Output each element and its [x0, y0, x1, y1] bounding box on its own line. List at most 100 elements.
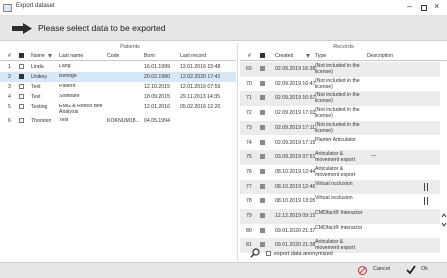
record-type-icon[interactable]: [260, 66, 265, 71]
record-created: 08.10.2019 12:44: [275, 168, 316, 175]
records-select-all-checkbox[interactable]: [260, 53, 265, 58]
patient-row[interactable]: 3 Test Patient 12.10.2015 12.01.2016 07:59: [0, 82, 236, 92]
patient-row[interactable]: 4 Test Software 18.09.2015 29.11.2013 14:35: [0, 92, 236, 102]
record-info-icon[interactable]: [424, 197, 428, 206]
record-row[interactable]: 75 03.09.2019 07:51 Articulator & movement…: [240, 150, 440, 165]
record-created: 02.09.2019 17:03: [275, 110, 316, 117]
checkbox-empty-icon[interactable]: [19, 104, 24, 109]
patient-checkbox[interactable]: [19, 84, 24, 91]
record-checkbox[interactable]: [260, 198, 265, 205]
record-checkbox[interactable]: [260, 213, 265, 220]
record-checkbox[interactable]: [260, 80, 265, 88]
record-type-icon[interactable]: [260, 198, 265, 204]
page-heading: Please select data to be exported: [38, 23, 166, 33]
anonymize-checkbox[interactable]: [266, 251, 271, 256]
col-rec-select-all[interactable]: [260, 53, 265, 60]
col-type[interactable]: Type: [315, 53, 326, 59]
record-row[interactable]: 80 09.01.2020 21:37 CMDfact® Interactor: [240, 224, 440, 239]
record-checkbox[interactable]: [260, 227, 265, 235]
record-type-icon[interactable]: [260, 213, 265, 218]
records-header-row: # Created Type Description: [240, 51, 447, 61]
sort-icon: [306, 54, 310, 58]
record-type-icon[interactable]: [260, 168, 265, 174]
patient-row[interactable]: 2 Unikey Behnge 20.02.1980 12.02.2020 17:41: [0, 72, 236, 82]
record-row[interactable]: 76 08.10.2019 12:44 Articulator & movement…: [240, 165, 440, 180]
record-checkbox[interactable]: [260, 124, 265, 132]
patient-checkbox[interactable]: [19, 74, 24, 81]
scroll-arrows-icon[interactable]: [441, 200, 447, 240]
record-type-icon[interactable]: [260, 110, 265, 116]
footer-bar: Cancel Ok: [0, 262, 447, 278]
select-all-checkbox[interactable]: [19, 53, 24, 58]
checkbox-empty-icon[interactable]: [19, 64, 24, 69]
patient-born: 04.05.1994: [144, 118, 170, 124]
patients-title: Patients: [120, 44, 140, 50]
patient-checkbox[interactable]: [19, 118, 24, 125]
record-checkbox[interactable]: [260, 66, 265, 73]
col-num[interactable]: #: [8, 53, 11, 59]
patient-name: Linda: [31, 64, 44, 70]
record-checkbox[interactable]: [260, 154, 265, 161]
record-info-icon[interactable]: [424, 182, 428, 191]
record-row[interactable]: 71 02.09.2019 16:57 (Not included in the l…: [240, 91, 440, 107]
ok-button[interactable]: Ok: [421, 266, 428, 272]
checkbox-empty-icon[interactable]: [19, 84, 24, 89]
pane-divider[interactable]: [237, 43, 238, 262]
patient-born: 18.09.2015: [144, 94, 170, 100]
patient-checkbox[interactable]: [19, 94, 24, 101]
record-type-icon[interactable]: [260, 139, 265, 145]
record-created: 02.09.2019 16:57: [275, 95, 316, 102]
col-created[interactable]: Created: [275, 53, 293, 59]
col-description[interactable]: Description: [367, 53, 393, 59]
record-checkbox[interactable]: [260, 139, 265, 147]
col-last-name[interactable]: Last name: [59, 53, 83, 59]
record-row[interactable]: 73 02.09.2019 17:11 (Not included in the l…: [240, 120, 440, 136]
record-checkbox[interactable]: [260, 110, 265, 117]
cancel-icon[interactable]: [358, 266, 367, 275]
col-code[interactable]: Code: [107, 53, 119, 59]
search-icon[interactable]: [250, 248, 260, 258]
record-checkbox[interactable]: [260, 183, 265, 191]
record-checkbox[interactable]: [260, 95, 265, 102]
record-type-icon[interactable]: [260, 80, 265, 86]
record-type-icon[interactable]: [260, 154, 265, 160]
col-born[interactable]: Born: [144, 53, 155, 59]
records-table: # Created Type Description 69 02.09.2019 …: [240, 51, 447, 254]
patient-checkbox[interactable]: [19, 64, 24, 71]
checkbox-empty-icon[interactable]: [19, 118, 24, 123]
minimize-button[interactable]: –: [407, 1, 412, 11]
patient-row[interactable]: 5 Testing EMG & Retest Bite Analysis 12.01.…: [0, 102, 236, 116]
record-checkbox[interactable]: [260, 168, 265, 176]
record-type-icon[interactable]: [260, 242, 265, 248]
record-type-icon[interactable]: [260, 95, 265, 101]
sort-icon: [48, 54, 52, 58]
record-row[interactable]: 77 08.10.2019 12:46 Virtual occlusion: [240, 179, 440, 195]
checkmark-icon[interactable]: [406, 265, 416, 275]
checkbox-checked-icon[interactable]: [19, 74, 24, 79]
patient-checkbox[interactable]: [19, 104, 24, 111]
record-row[interactable]: 79 12.12.2019 09:15 CMDfact® Interactor: [240, 209, 440, 224]
record-row[interactable]: 70 02.09.2019 16:47 (Not included in the l…: [240, 77, 440, 92]
patient-row[interactable]: 1 Linda Lang 16.01.1999 12.01.2016 15:48: [0, 62, 236, 72]
record-row[interactable]: 78 08.10.2019 13:05 Virtual occlusion: [240, 194, 440, 209]
maximize-button[interactable]: [421, 5, 427, 11]
records-scrollbar[interactable]: [441, 200, 447, 240]
col-name[interactable]: Name: [31, 53, 45, 59]
anonymize-label[interactable]: export data anonymized: [274, 251, 333, 257]
patient-last-name: Software: [59, 94, 80, 99]
col-select-all[interactable]: [19, 53, 24, 60]
cancel-button[interactable]: Cancel: [373, 266, 390, 272]
record-type-icon[interactable]: [260, 227, 265, 233]
record-type-icon[interactable]: [260, 183, 265, 189]
record-row[interactable]: 72 02.09.2019 17:03 (Not included in the l…: [240, 106, 440, 121]
patient-row[interactable]: 6 Thorsten Test KOKNUM18... 04.05.1994: [0, 116, 236, 126]
close-button[interactable]: ×: [434, 1, 439, 11]
patient-name: Thorsten: [31, 118, 52, 124]
col-rec-num[interactable]: #: [248, 53, 251, 59]
record-created: 02.09.2019 16:47: [275, 80, 316, 87]
col-last-record[interactable]: Last record: [180, 53, 206, 59]
record-type-icon[interactable]: [260, 124, 265, 130]
record-row[interactable]: 74 02.09.2019 17:15 Planter Articulator: [240, 136, 440, 151]
record-row[interactable]: 69 02.09.2019 16:38 (Not included in the l…: [240, 62, 440, 77]
checkbox-empty-icon[interactable]: [19, 94, 24, 99]
